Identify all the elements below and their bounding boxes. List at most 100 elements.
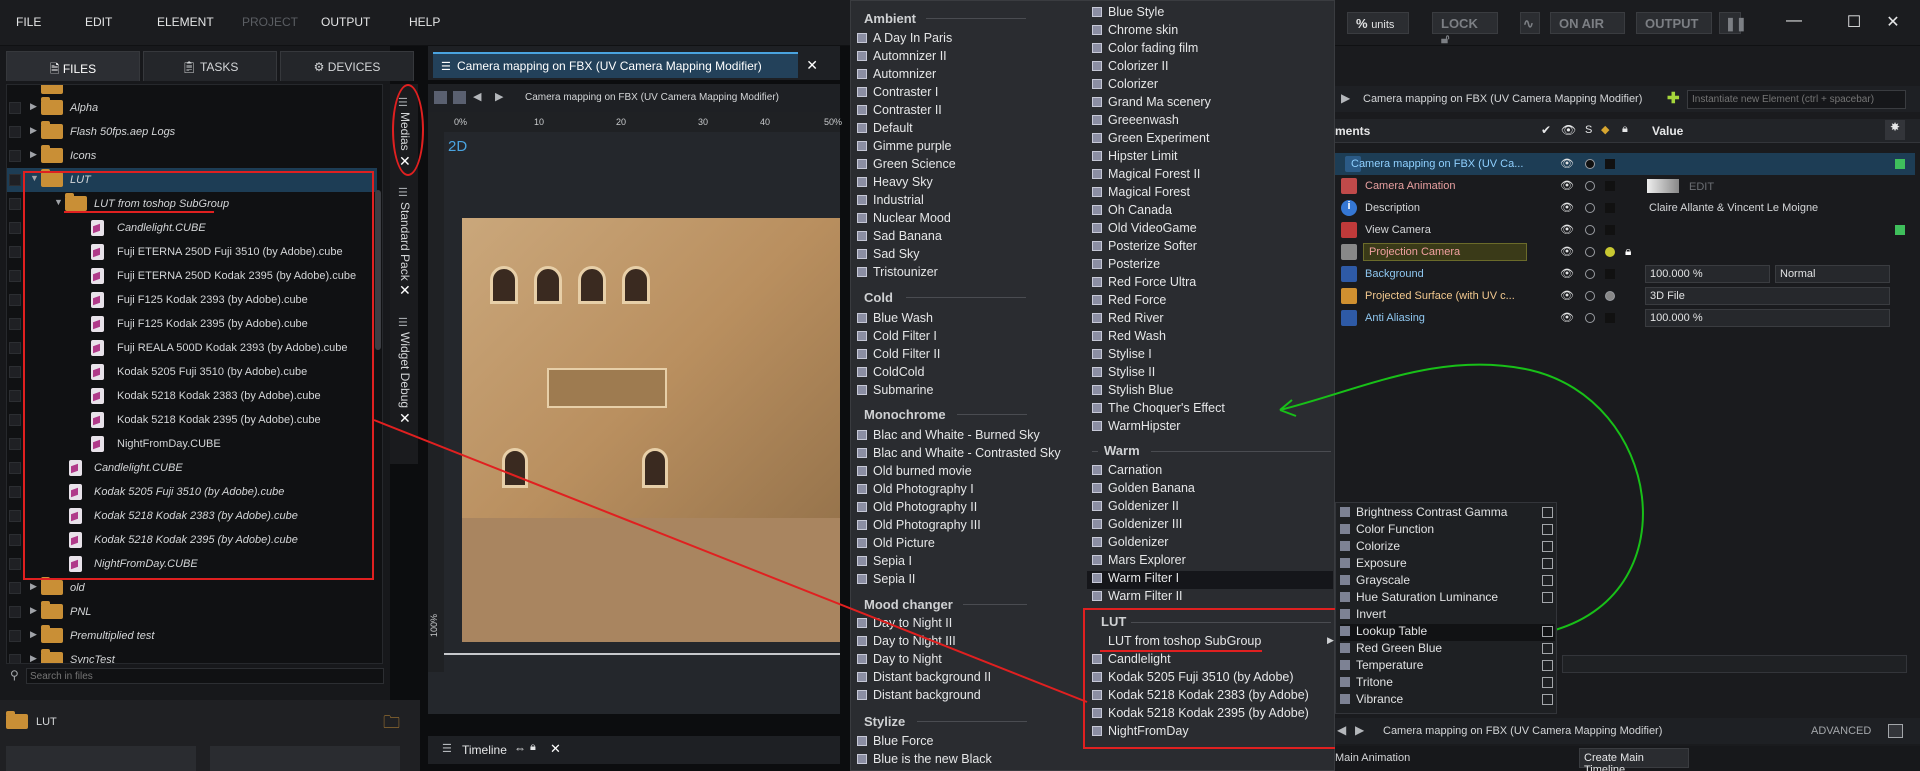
chevron-right-icon[interactable]: ▶	[30, 581, 37, 592]
edit-icon[interactable]	[1542, 524, 1553, 535]
menu-item[interactable]: Automnizer II	[857, 49, 947, 67]
menu-item[interactable]: Golden Banana	[1092, 481, 1195, 499]
edit-swatch[interactable]	[1647, 179, 1679, 193]
thumbnail[interactable]	[210, 746, 400, 771]
menu-item[interactable]: Colorizer II	[1092, 59, 1168, 77]
create-main-timeline-button[interactable]: Create Main Timeline	[1579, 748, 1689, 771]
tree-row[interactable]: ▶ Flash 50fps.aep Logs	[7, 120, 377, 144]
menu-item[interactable]: Magical Forest II	[1092, 167, 1200, 185]
menu-item[interactable]: Day to Night III	[857, 634, 956, 652]
menu-item[interactable]: Sad Sky	[857, 247, 920, 265]
effect-item[interactable]: Brightness Contrast Gamma	[1340, 505, 1555, 522]
edit-icon[interactable]	[1542, 541, 1553, 552]
edit-button[interactable]: EDIT	[1689, 181, 1714, 193]
surface-select[interactable]: 3D File	[1645, 287, 1890, 305]
menu-item[interactable]: Distant background	[857, 688, 981, 706]
tag-toggle[interactable]	[1605, 269, 1615, 279]
menu-file[interactable]: FILE	[16, 15, 41, 29]
timeline-label[interactable]: Timeline	[462, 743, 507, 757]
tab-devices[interactable]: ⚙ DEVICES	[280, 51, 414, 81]
view-icon[interactable]	[434, 91, 447, 104]
menu-item[interactable]: A Day In Paris	[857, 31, 952, 49]
close-icon[interactable]: ✕	[399, 410, 411, 427]
menu-item[interactable]: Green Science	[857, 157, 956, 175]
menu-item[interactable]: Goldenizer II	[1092, 499, 1179, 517]
eye-icon[interactable]: 👁︎	[1560, 311, 1574, 324]
menu-item[interactable]: Distant background II	[857, 670, 991, 688]
menu-item[interactable]: Day to Night	[857, 652, 942, 670]
maximize-icon[interactable]: ☐	[1844, 12, 1864, 32]
chevron-right-icon[interactable]: ▶	[30, 101, 37, 112]
menu-edit[interactable]: EDIT	[85, 15, 112, 29]
edit-icon[interactable]	[1542, 660, 1553, 671]
tag-toggle[interactable]	[1605, 291, 1615, 301]
effect-filter-field[interactable]	[1562, 655, 1907, 673]
checkbox[interactable]	[9, 558, 21, 570]
tree-row[interactable]	[7, 85, 377, 95]
tree-row[interactable]: ▶ Icons	[7, 144, 377, 168]
instantiate-input[interactable]	[1687, 90, 1906, 109]
element-row[interactable]: i Description 👁︎ Claire Allante & Vincen…	[1335, 197, 1915, 219]
menu-item[interactable]: Day to Night II	[857, 616, 952, 634]
menu-item[interactable]: The Choquer's Effect	[1092, 401, 1225, 419]
menu-item[interactable]: Submarine	[857, 383, 933, 401]
menu-item[interactable]: Posterize Softer	[1092, 239, 1197, 257]
menu-item[interactable]: Cold Filter I	[857, 329, 937, 347]
tag-toggle[interactable]	[1605, 203, 1615, 213]
chevron-right-icon[interactable]: ▶	[30, 149, 37, 160]
effect-item[interactable]: Temperature	[1340, 658, 1555, 675]
effect-item[interactable]: Tritone	[1340, 675, 1555, 692]
advanced-toggle[interactable]	[1888, 724, 1903, 738]
close-icon[interactable]: ✕	[806, 57, 818, 74]
menu-element[interactable]: ELEMENT	[157, 15, 214, 29]
menu-item[interactable]: Goldenizer III	[1092, 517, 1182, 535]
menu-item[interactable]: Red Force	[1092, 293, 1166, 311]
checkbox[interactable]	[9, 246, 21, 258]
checkbox[interactable]	[9, 318, 21, 330]
effect-item[interactable]: Color Function	[1340, 522, 1555, 539]
checkbox[interactable]	[9, 294, 21, 306]
solo-toggle[interactable]	[1585, 181, 1595, 191]
waveform-icon[interactable]: ∿	[1520, 12, 1540, 34]
eye-icon[interactable]: 👁︎	[1560, 245, 1574, 258]
effect-item[interactable]: Hue Saturation Luminance	[1340, 590, 1555, 607]
checkbox[interactable]	[9, 126, 21, 138]
menu-item[interactable]: Magical Forest	[1092, 185, 1190, 203]
menu-item[interactable]: Blue Force	[857, 734, 933, 752]
checkbox[interactable]	[9, 198, 21, 210]
blend-mode-select[interactable]: Normal	[1775, 265, 1890, 283]
close-icon[interactable]: ✕	[399, 282, 411, 299]
menu-item[interactable]: Red Wash	[1092, 329, 1166, 347]
chevron-right-icon[interactable]: ▶	[30, 653, 37, 663]
menu-item[interactable]: Heavy Sky	[857, 175, 933, 193]
menu-item[interactable]: Blue is the new Black	[857, 752, 992, 770]
close-icon[interactable]: ✕	[399, 153, 411, 170]
checkbox[interactable]	[9, 438, 21, 450]
effect-item[interactable]: Invert	[1340, 607, 1555, 624]
element-row[interactable]: Projection Camera 👁︎ 🔒︎	[1335, 241, 1915, 263]
menu-item[interactable]: Color fading film	[1092, 41, 1198, 59]
solo-toggle[interactable]	[1585, 203, 1595, 213]
menu-item[interactable]: Oh Canada	[1092, 203, 1172, 221]
edit-icon[interactable]	[1542, 507, 1553, 518]
menu-item[interactable]: Stylise I	[1092, 347, 1152, 365]
element-row[interactable]: Projected Surface (with UV c... 👁︎ 3D Fi…	[1335, 285, 1915, 307]
menu-item[interactable]: Sad Banana	[857, 229, 942, 247]
arrow-left-icon[interactable]: ◀	[1337, 723, 1346, 737]
menu-item[interactable]: Old Photography I	[857, 482, 974, 500]
menu-item[interactable]: ColdCold	[857, 365, 924, 383]
element-row[interactable]: View Camera 👁︎	[1335, 219, 1915, 241]
menu-item[interactable]: Hipster Limit	[1092, 149, 1177, 167]
menu-item[interactable]: Old Photography II	[857, 500, 977, 518]
menu-item[interactable]: Chrome skin	[1092, 23, 1178, 41]
menu-item[interactable]: Contraster I	[857, 85, 938, 103]
solo-toggle[interactable]	[1585, 313, 1595, 323]
minimize-icon[interactable]: —	[1784, 12, 1804, 30]
tree-row[interactable]: ▶ Alpha	[7, 96, 377, 120]
menu-item[interactable]: WarmHipster	[1092, 419, 1180, 437]
eye-icon[interactable]: 👁︎	[1560, 267, 1574, 280]
output-button[interactable]: OUTPUT	[1636, 12, 1712, 34]
tab-standard-pack[interactable]: Standard Pack	[398, 202, 412, 281]
eye-icon[interactable]: 👁︎	[1560, 201, 1574, 214]
solo-toggle[interactable]	[1585, 291, 1595, 301]
